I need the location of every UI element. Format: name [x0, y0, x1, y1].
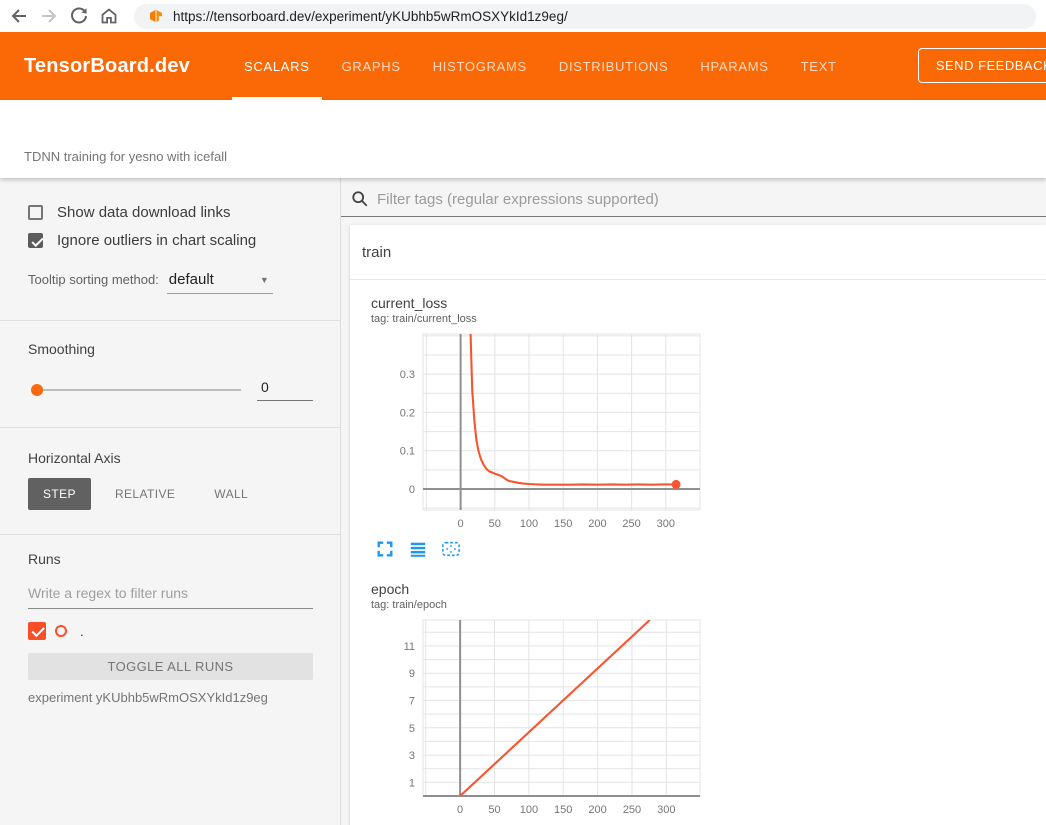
search-icon — [351, 190, 369, 208]
dashboard-main: train current_loss tag: train/current_lo… — [341, 178, 1046, 825]
svg-text:200: 200 — [588, 804, 606, 816]
ignore-outliers-row: Ignore outliers in chart scaling — [28, 232, 313, 249]
svg-text:50: 50 — [488, 804, 500, 816]
svg-text:1: 1 — [409, 777, 415, 789]
svg-text:300: 300 — [657, 518, 675, 530]
svg-text:150: 150 — [554, 518, 572, 530]
last-point-marker — [672, 480, 681, 489]
tab-distributions[interactable]: DISTRIBUTIONS — [543, 32, 685, 100]
svg-text:11: 11 — [404, 641, 415, 653]
tab-hparams[interactable]: HPARAMS — [684, 32, 784, 100]
charts-grid: current_loss tag: train/current_loss 050… — [350, 280, 1046, 825]
chart-svg: 0 50 100 150 200 250 300 0 0.1 0.2 0.3 — [371, 332, 701, 534]
chart-title: current_loss — [371, 294, 701, 312]
show-download-links-row: Show data download links — [28, 204, 313, 221]
chart-plot[interactable]: 0 50 100 150 200 250 300 0 0.1 0.2 0.3 — [371, 332, 701, 534]
reload-icon[interactable] — [66, 3, 92, 29]
ignore-outliers-checkbox[interactable] — [28, 233, 43, 248]
run-name: . — [80, 624, 84, 639]
svg-text:100: 100 — [520, 518, 538, 530]
settings-sidebar: Show data download links Ignore outliers… — [0, 178, 341, 825]
back-icon[interactable] — [6, 3, 32, 29]
chart-tag: tag: train/epoch — [371, 598, 701, 612]
tab-histograms[interactable]: HISTOGRAMS — [417, 32, 543, 100]
filter-tags-row — [341, 190, 1046, 217]
svg-text:5: 5 — [409, 723, 415, 735]
run-checkbox[interactable] — [28, 622, 46, 640]
svg-text:300: 300 — [657, 804, 675, 816]
forward-icon[interactable] — [36, 3, 62, 29]
run-color-swatch[interactable] — [55, 625, 67, 637]
chart-actions — [371, 540, 701, 560]
tag-group-header[interactable]: train — [350, 225, 1046, 280]
svg-text:200: 200 — [588, 518, 606, 530]
svg-text:0: 0 — [457, 804, 463, 816]
svg-text:250: 250 — [623, 804, 641, 816]
log-scale-icon[interactable] — [408, 540, 428, 560]
tag-group-card: train current_loss tag: train/current_lo… — [350, 225, 1046, 825]
toggle-all-runs-button[interactable]: TOGGLE ALL RUNS — [28, 653, 313, 680]
svg-text:50: 50 — [489, 518, 501, 530]
tab-text[interactable]: TEXT — [785, 32, 853, 100]
runs-label: Runs — [28, 551, 313, 567]
url-text: https://tensorboard.dev/experiment/yKUbh… — [173, 9, 568, 24]
smoothing-slider[interactable] — [31, 389, 241, 391]
svg-text:0: 0 — [409, 484, 415, 496]
address-bar[interactable]: https://tensorboard.dev/experiment/yKUbh… — [134, 4, 1036, 29]
tab-scalars[interactable]: SCALARS — [228, 32, 326, 100]
smoothing-label: Smoothing — [28, 341, 313, 357]
send-feedback-button[interactable]: SEND FEEDBACK — [918, 48, 1046, 83]
svg-text:0.1: 0.1 — [400, 446, 415, 458]
smoothing-slider-thumb[interactable] — [31, 384, 43, 396]
app-logo: TensorBoard.dev — [24, 55, 190, 78]
tooltip-sorting-select[interactable]: default ▼ — [167, 271, 273, 294]
svg-text:9: 9 — [409, 668, 415, 680]
svg-text:100: 100 — [520, 804, 538, 816]
show-download-links-checkbox[interactable] — [28, 205, 43, 220]
run-row: . — [28, 622, 313, 640]
chart-plot[interactable]: 0 50 100 150 200 250 300 1 3 5 7 9 11 — [371, 618, 701, 820]
experiment-title: TDNN training for yesno with icefall — [24, 149, 227, 164]
chart-svg: 0 50 100 150 200 250 300 1 3 5 7 9 11 — [371, 618, 701, 820]
axis-relative-button[interactable]: RELATIVE — [100, 478, 190, 510]
browser-toolbar: https://tensorboard.dev/experiment/yKUbh… — [0, 0, 1046, 32]
svg-text:3: 3 — [409, 750, 415, 762]
chevron-down-icon: ▼ — [260, 275, 269, 285]
runs-regex-input[interactable] — [28, 581, 313, 609]
app-header: TensorBoard.dev SCALARS GRAPHS HISTOGRAM… — [0, 32, 1046, 100]
svg-text:0: 0 — [458, 518, 464, 530]
top-nav: SCALARS GRAPHS HISTOGRAMS DISTRIBUTIONS … — [228, 32, 853, 100]
chart-card: current_loss tag: train/current_loss 0 50… — [371, 294, 701, 560]
horizontal-axis-label: Horizontal Axis — [28, 450, 313, 466]
axis-wall-button[interactable]: WALL — [199, 478, 263, 510]
smoothing-value-input[interactable]: 0 — [257, 379, 313, 401]
chart-tag: tag: train/current_loss — [371, 312, 701, 326]
ignore-outliers-label: Ignore outliers in chart scaling — [57, 232, 256, 249]
experiment-id-label: experiment yKUbhb5wRmOSXYkId1z9eg — [28, 690, 313, 705]
chart-title: epoch — [371, 580, 701, 598]
fullscreen-icon[interactable] — [375, 540, 395, 560]
show-download-links-label: Show data download links — [57, 204, 230, 221]
chart-card: epoch tag: train/epoch 0 50 100 150 200 250 30… — [371, 580, 701, 825]
tab-graphs[interactable]: GRAPHS — [326, 32, 417, 100]
tooltip-sorting-value: default — [169, 271, 214, 288]
svg-text:250: 250 — [622, 518, 640, 530]
svg-text:0.2: 0.2 — [400, 407, 415, 419]
svg-text:7: 7 — [409, 696, 415, 708]
fit-domain-icon[interactable] — [441, 540, 461, 560]
svg-text:0.3: 0.3 — [400, 369, 415, 381]
tooltip-sorting-label: Tooltip sorting method: — [28, 272, 159, 287]
home-icon[interactable] — [96, 3, 122, 29]
tensorboard-favicon — [148, 8, 164, 24]
experiment-title-bar: TDNN training for yesno with icefall — [0, 100, 1046, 178]
axis-step-button[interactable]: STEP — [28, 478, 91, 510]
filter-tags-input[interactable] — [377, 191, 1046, 208]
svg-text:150: 150 — [554, 804, 572, 816]
